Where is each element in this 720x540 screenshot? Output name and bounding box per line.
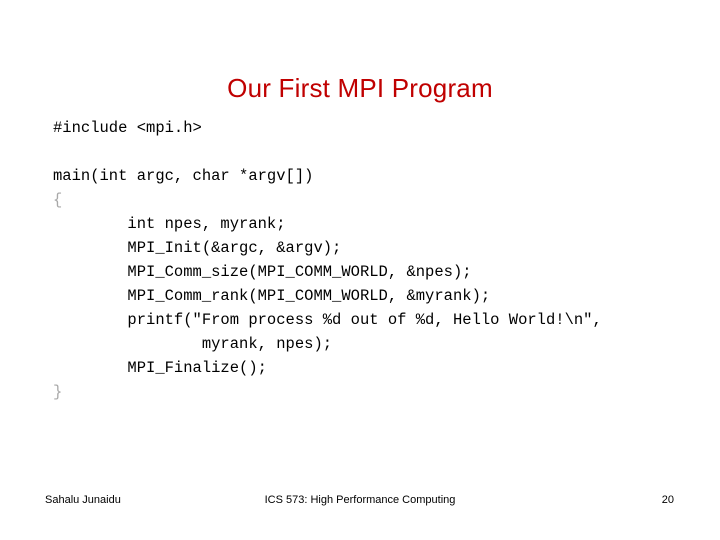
code-line: MPI_Finalize(); bbox=[53, 359, 267, 377]
code-line: { bbox=[53, 191, 63, 209]
code-line: myrank, npes); bbox=[53, 335, 333, 353]
code-line: MPI_Comm_size(MPI_COMM_WORLD, &npes); bbox=[53, 263, 472, 281]
code-line: #include <mpi.h> bbox=[53, 119, 202, 137]
code-line: MPI_Init(&argc, &argv); bbox=[53, 239, 342, 257]
code-line: MPI_Comm_rank(MPI_COMM_WORLD, &myrank); bbox=[53, 287, 491, 305]
page-title: Our First MPI Program bbox=[227, 73, 493, 104]
slide-canvas: Our First MPI Program #include <mpi.h> m… bbox=[0, 0, 720, 540]
code-line: main(int argc, char *argv[]) bbox=[53, 167, 314, 185]
code-line: int npes, myrank; bbox=[53, 215, 286, 233]
code-listing: #include <mpi.h> main(int argc, char *ar… bbox=[53, 116, 713, 404]
footer-course-title: ICS 573: High Performance Computing bbox=[264, 494, 456, 506]
slide-footer: Sahalu Junaidu ICS 573: High Performance… bbox=[0, 494, 720, 518]
footer-page-number: 20 bbox=[661, 494, 674, 506]
code-line: printf("From process %d out of %d, Hello… bbox=[53, 311, 602, 329]
code-line: } bbox=[53, 383, 63, 401]
